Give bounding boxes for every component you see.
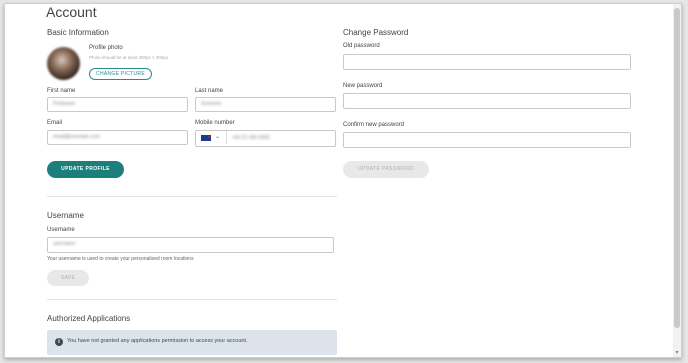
last-name-label: Last name — [195, 88, 224, 94]
page-title: Account — [46, 4, 97, 20]
section-divider-2 — [47, 299, 337, 300]
section-divider — [47, 196, 337, 197]
mobile-input[interactable]: ⌄ +64 21 000 0000 — [195, 130, 336, 147]
nz-flag-icon[interactable] — [201, 135, 211, 141]
email-input[interactable]: email@example.com — [47, 130, 188, 145]
mobile-value: +64 21 000 0000 — [232, 135, 270, 141]
change-picture-button[interactable]: CHANGE PICTURE — [89, 68, 152, 80]
avatar — [47, 47, 80, 80]
confirm-password-input[interactable] — [343, 132, 631, 148]
profile-photo-hint: Photo should be at least 300px × 300px — [89, 55, 169, 60]
scroll-thumb[interactable] — [674, 8, 680, 328]
update-password-button[interactable]: UPDATE PASSWORD — [343, 161, 429, 178]
chevron-down-icon[interactable]: ⌄ — [215, 131, 220, 144]
username-input[interactable]: username — [47, 237, 334, 253]
new-password-input[interactable] — [343, 93, 631, 109]
info-icon: i — [55, 338, 63, 346]
username-help-text: Your username is used to create your per… — [47, 256, 194, 262]
last-name-input[interactable]: Surname — [195, 97, 336, 112]
mobile-label: Mobile number — [195, 120, 235, 126]
account-window: Account Basic Information Profile photo … — [4, 3, 682, 358]
first-name-label: First name — [47, 88, 76, 94]
email-label: Email — [47, 120, 63, 126]
no-apps-text: You have not granted any applications pe… — [67, 338, 248, 344]
save-username-button[interactable]: SAVE — [47, 270, 89, 286]
first-name-value: Firstname — [53, 101, 76, 107]
confirm-password-label: Confirm new password — [343, 122, 405, 128]
profile-photo-label: Profile photo — [89, 45, 123, 51]
change-password-heading: Change Password — [343, 28, 409, 37]
username-heading: Username — [47, 211, 84, 220]
old-password-input[interactable] — [343, 54, 631, 70]
mobile-separator — [226, 131, 227, 144]
scrollbar[interactable]: ▾ — [673, 4, 681, 357]
authorized-apps-heading: Authorized Applications — [47, 314, 131, 323]
username-value: username — [53, 241, 76, 247]
username-label: Username — [47, 227, 75, 233]
last-name-value: Surname — [201, 101, 222, 107]
new-password-label: New password — [343, 83, 383, 89]
email-value: email@example.com — [53, 134, 100, 140]
update-profile-button[interactable]: UPDATE PROFILE — [47, 161, 124, 178]
first-name-input[interactable]: Firstname — [47, 97, 188, 112]
basic-info-heading: Basic Information — [47, 28, 109, 37]
no-apps-notice: i You have not granted any applications … — [47, 330, 337, 355]
scroll-down-icon[interactable]: ▾ — [674, 350, 680, 356]
old-password-label: Old password — [343, 43, 380, 49]
